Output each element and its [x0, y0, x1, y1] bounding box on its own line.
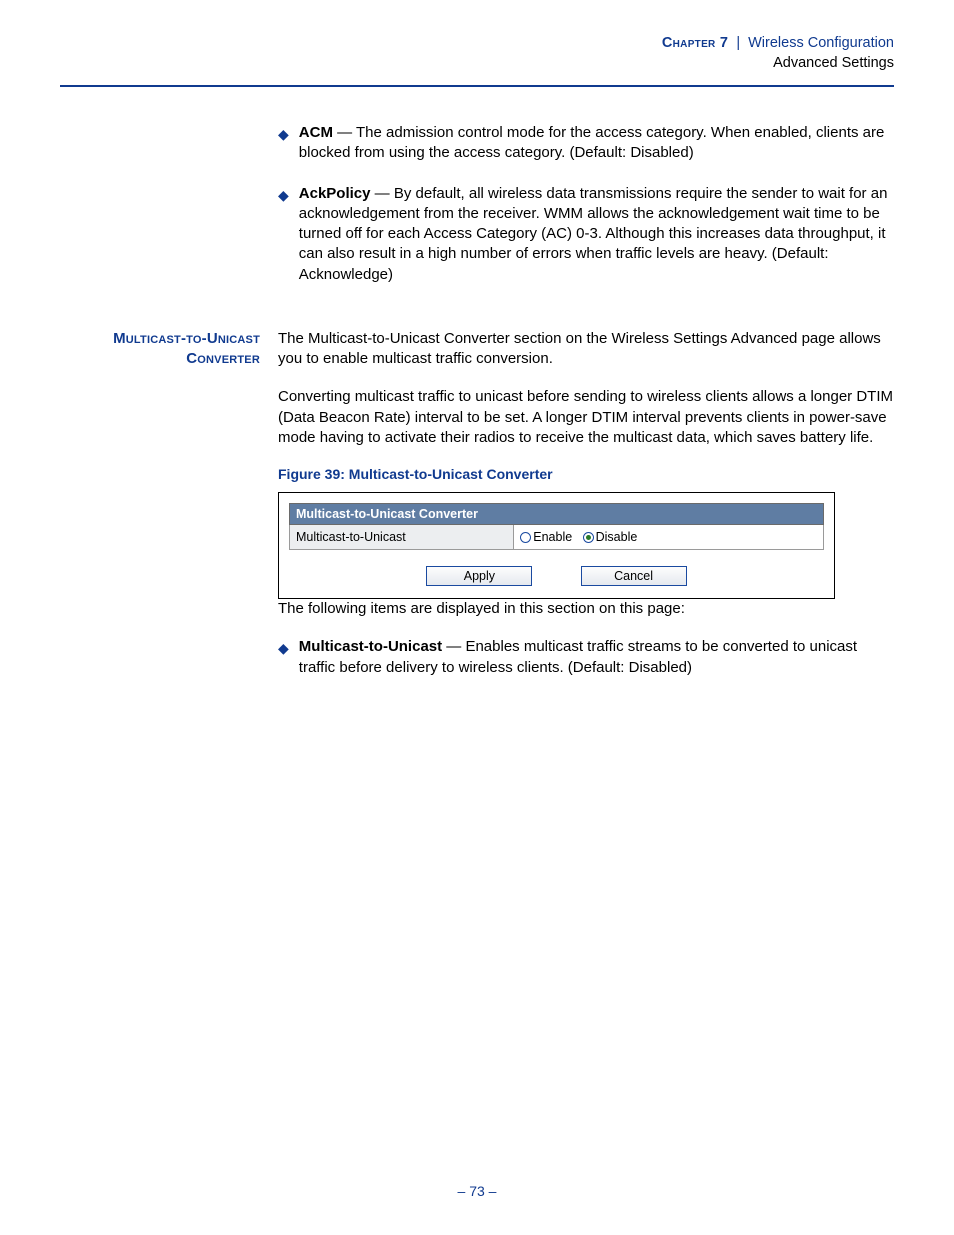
bullet-text: Multicast-to-Unicast — Enables multicast… [299, 637, 894, 678]
radio-enable[interactable] [520, 532, 531, 543]
figure-caption: Figure 39: Multicast-to-Unicast Converte… [278, 466, 894, 482]
list-item: ◆ AckPolicy — By default, all wireless d… [278, 184, 894, 285]
term: ACM [299, 124, 333, 141]
bullet-icon: ◆ [278, 637, 299, 678]
apply-button[interactable]: Apply [426, 566, 532, 586]
setting-value: Enable Disable [514, 525, 824, 550]
header-separator: | [732, 35, 744, 51]
header-rule [60, 85, 894, 87]
list-item: ◆ Multicast-to-Unicast — Enables multica… [278, 637, 894, 678]
cancel-button[interactable]: Cancel [581, 566, 687, 586]
bullet-icon: ◆ [278, 123, 299, 164]
radio-enable-label: Enable [533, 530, 572, 544]
paragraph: The Multicast-to-Unicast Converter secti… [278, 329, 894, 370]
bullet-icon: ◆ [278, 184, 299, 285]
radio-disable-label: Disable [596, 530, 638, 544]
paragraph: Converting multicast traffic to unicast … [278, 387, 894, 448]
header-chapter: Chapter 7 [662, 35, 728, 51]
page-header: Chapter 7 | Wireless Configuration Advan… [60, 34, 894, 81]
panel-title: Multicast-to-Unicast Converter [290, 504, 824, 525]
list-item: ◆ ACM — The admission control mode for t… [278, 123, 894, 164]
bullet-text: ACM — The admission control mode for the… [299, 123, 894, 164]
page-number: – 73 – [0, 1183, 954, 1199]
section-sidehead: Multicast-to-Unicast Converter [60, 329, 260, 370]
bullet-text: AckPolicy — By default, all wireless dat… [299, 184, 894, 285]
term: AckPolicy [299, 185, 371, 202]
paragraph: The following items are displayed in thi… [278, 599, 894, 619]
button-row: Apply Cancel [289, 566, 824, 586]
header-subtitle: Advanced Settings [60, 54, 894, 74]
setting-label: Multicast-to-Unicast [290, 525, 514, 550]
definition: — By default, all wireless data transmis… [299, 185, 888, 283]
settings-table: Multicast-to-Unicast Converter Multicast… [289, 503, 824, 550]
radio-disable[interactable] [583, 532, 594, 543]
figure-multicast-converter: Multicast-to-Unicast Converter Multicast… [278, 492, 835, 599]
table-row: Multicast-to-Unicast Enable Disable [290, 525, 824, 550]
header-title: Wireless Configuration [748, 35, 894, 51]
definition: — The admission control mode for the acc… [299, 124, 885, 161]
term: Multicast-to-Unicast [299, 638, 442, 655]
